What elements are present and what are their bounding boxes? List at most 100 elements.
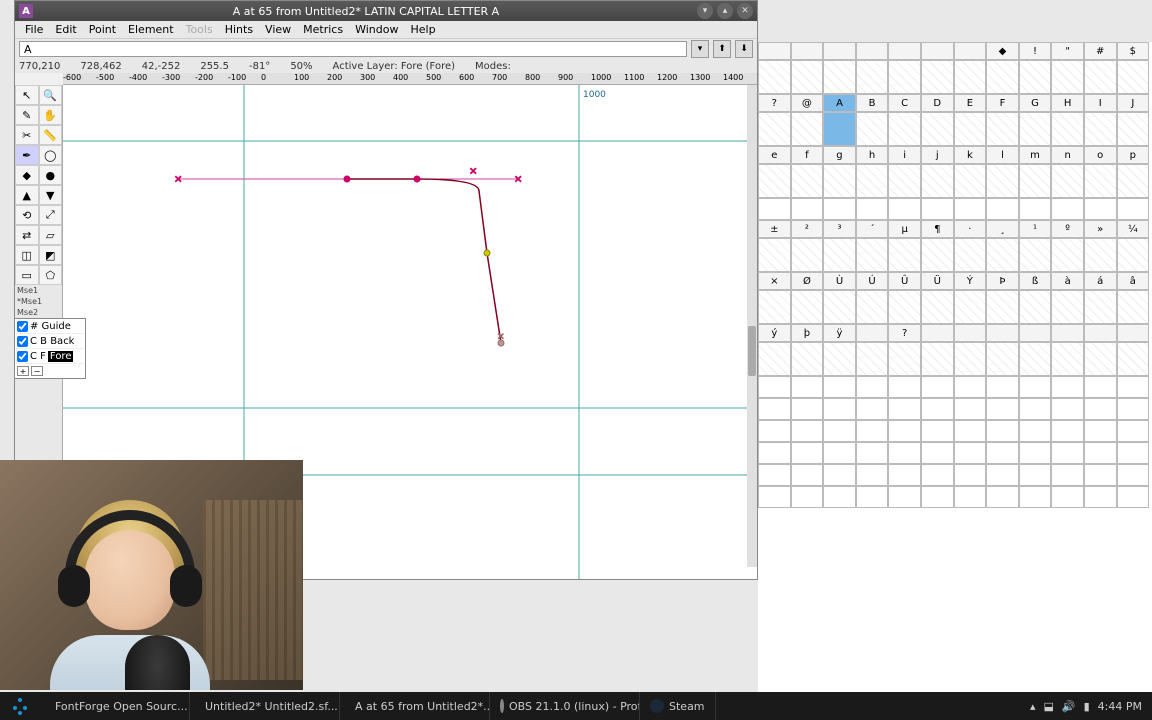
glyph-cell[interactable] (1084, 420, 1117, 442)
glyph-header-cell[interactable]: B (856, 94, 889, 112)
menu-help[interactable]: Help (404, 21, 441, 38)
glyph-header-cell[interactable]: µ (888, 220, 921, 238)
glyph-cell[interactable] (888, 486, 921, 508)
task-fontforge[interactable]: FontForge Open Sourc... (40, 692, 190, 720)
glyph-cell[interactable] (856, 112, 889, 146)
glyph-header-cell[interactable] (1051, 324, 1084, 342)
glyph-cell[interactable] (921, 238, 954, 272)
glyph-cell[interactable] (954, 290, 987, 324)
glyph-header-cell[interactable]: o (1084, 146, 1117, 164)
glyph-header-cell[interactable] (921, 42, 954, 60)
glyph-cell[interactable] (954, 164, 987, 198)
glyph-header-cell[interactable] (986, 324, 1019, 342)
prev-glyph-button[interactable]: ⬆ (713, 40, 731, 58)
remove-layer-button[interactable]: − (31, 366, 43, 376)
minimize-button[interactable]: ▾ (697, 3, 713, 19)
glyph-header-cell[interactable]: j (921, 146, 954, 164)
glyph-cell[interactable] (856, 376, 889, 398)
glyph-cell[interactable] (1084, 442, 1117, 464)
glyph-header-cell[interactable]: ¹ (1019, 220, 1052, 238)
glyph-cell[interactable] (986, 376, 1019, 398)
glyph-cell[interactable] (823, 486, 856, 508)
glyph-cell[interactable] (986, 112, 1019, 146)
glyph-cell[interactable] (1117, 60, 1150, 94)
glyph-header-cell[interactable]: ÿ (823, 324, 856, 342)
perspective-tool[interactable]: ◫ (15, 245, 39, 265)
glyph-header-cell[interactable]: k (954, 146, 987, 164)
glyph-cell[interactable] (1084, 60, 1117, 94)
glyph-cell[interactable] (758, 290, 791, 324)
glyph-cell[interactable] (1117, 420, 1150, 442)
glyph-cell[interactable] (1084, 398, 1117, 420)
glyph-header-cell[interactable]: f (791, 146, 824, 164)
pen-tool[interactable]: ✒ (15, 145, 39, 165)
zoom-tool[interactable]: 🔍 (39, 85, 63, 105)
glyph-cell[interactable] (791, 442, 824, 464)
glyph-header-cell[interactable] (758, 42, 791, 60)
glyph-cell[interactable] (856, 486, 889, 508)
glyph-header-cell[interactable]: Ù (823, 272, 856, 290)
tray-up-icon[interactable]: ▴ (1030, 700, 1036, 713)
glyph-cell[interactable] (1019, 198, 1052, 220)
glyph-cell[interactable] (1019, 464, 1052, 486)
glyph-cell[interactable] (1084, 464, 1117, 486)
glyph-cell[interactable] (1117, 342, 1150, 376)
glyph-cell[interactable] (1117, 398, 1150, 420)
glyph-header-cell[interactable]: ¼ (1117, 220, 1150, 238)
glyph-header-cell[interactable] (1117, 324, 1150, 342)
glyph-header-cell[interactable]: ◆ (986, 42, 1019, 60)
glyph-cell[interactable] (856, 464, 889, 486)
glyph-cell[interactable] (888, 398, 921, 420)
glyph-cell[interactable] (823, 164, 856, 198)
glyph-header-cell[interactable]: ´ (856, 220, 889, 238)
glyph-cell[interactable] (1019, 60, 1052, 94)
flip-tool[interactable]: ⇄ (15, 225, 39, 245)
glyph-cell[interactable] (986, 290, 1019, 324)
glyph-cell[interactable] (823, 398, 856, 420)
glyph-cell[interactable] (1084, 376, 1117, 398)
glyph-cell[interactable] (791, 486, 824, 508)
glyph-header-cell[interactable]: ² (791, 220, 824, 238)
glyph-name-input[interactable] (19, 41, 687, 57)
glyph-cell[interactable] (758, 398, 791, 420)
glyph-header-cell[interactable]: ! (1019, 42, 1052, 60)
glyph-cell[interactable] (921, 60, 954, 94)
task-obs[interactable]: OBS 21.1.0 (linux) - Prof... (490, 692, 640, 720)
layer-back[interactable]: C B Back (15, 334, 85, 349)
menu-metrics[interactable]: Metrics (297, 21, 349, 38)
glyph-cell[interactable] (1051, 164, 1084, 198)
curve-tool[interactable]: ● (39, 165, 63, 185)
start-button[interactable] (0, 692, 40, 720)
glyph-cell[interactable] (954, 376, 987, 398)
glyph-cell[interactable] (954, 442, 987, 464)
glyph-cell[interactable] (823, 290, 856, 324)
glyph-cell[interactable] (986, 464, 1019, 486)
layers-palette[interactable]: # Guide C B Back C F Fore + − (14, 318, 86, 379)
glyph-header-cell[interactable]: A (823, 94, 856, 112)
glyph-header-cell[interactable]: # (1084, 42, 1117, 60)
glyph-cell[interactable] (758, 112, 791, 146)
glyph-cell[interactable] (1019, 376, 1052, 398)
glyph-cell[interactable] (1051, 420, 1084, 442)
canvas-scrollbar[interactable] (747, 85, 757, 567)
glyph-cell[interactable] (1019, 112, 1052, 146)
add-layer-button[interactable]: + (17, 366, 29, 376)
spiro-tool[interactable]: ◯ (39, 145, 63, 165)
task-glyphwin[interactable]: A at 65 from Untitled2*... (340, 692, 490, 720)
glyph-cell[interactable] (791, 290, 824, 324)
glyph-cell[interactable] (856, 398, 889, 420)
glyph-header-cell[interactable] (856, 42, 889, 60)
glyph-cell[interactable] (954, 198, 987, 220)
skew-tool[interactable]: ▱ (39, 225, 63, 245)
font-overview-grid[interactable]: ◆!"#$?@ABCDEFGHIJefghijklmnop±²³´µ¶·¸¹º»… (758, 42, 1152, 692)
glyph-cell[interactable] (1117, 376, 1150, 398)
glyph-header-cell[interactable]: Ý (954, 272, 987, 290)
glyph-cell[interactable] (1019, 238, 1052, 272)
menu-tools[interactable]: Tools (180, 21, 219, 38)
glyph-cell[interactable] (921, 420, 954, 442)
glyph-cell[interactable] (954, 112, 987, 146)
close-button[interactable]: ✕ (737, 3, 753, 19)
glyph-cell[interactable] (1019, 342, 1052, 376)
glyph-cell[interactable] (758, 420, 791, 442)
glyph-cell[interactable] (1051, 464, 1084, 486)
